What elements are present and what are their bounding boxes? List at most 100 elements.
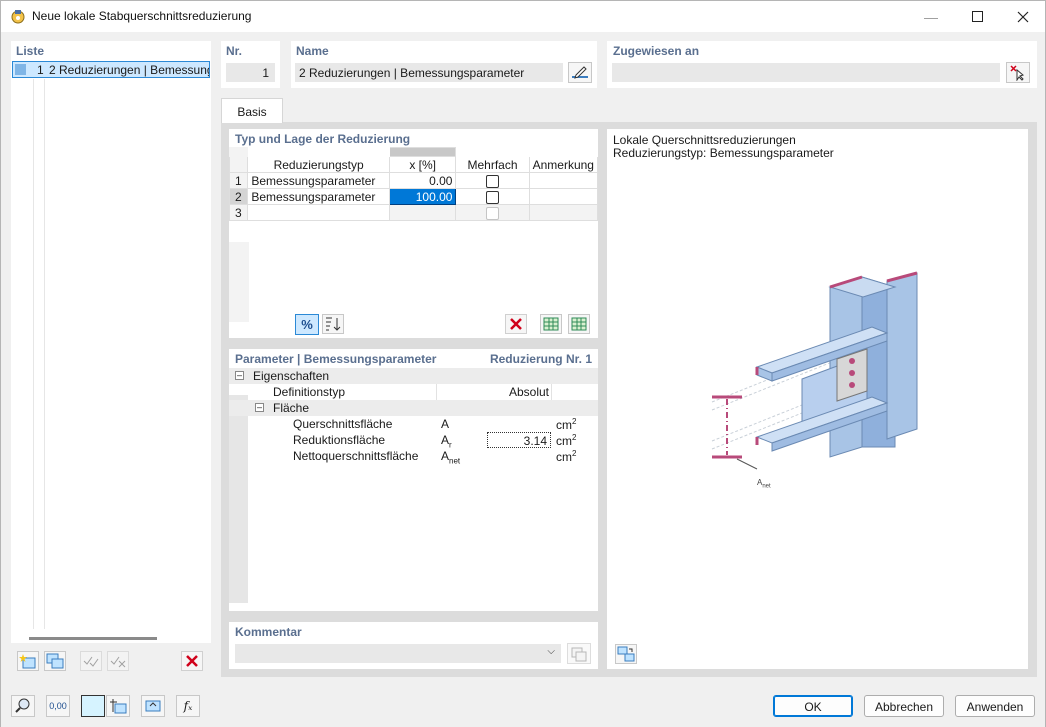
group-area[interactable]: – Fläche [229,400,598,416]
property-unit: cm2 [556,417,577,432]
parameter-panel: Parameter | Bemessungsparameter Reduzier… [229,349,598,611]
property-symbol: Ar [441,433,452,450]
edit-icon [572,65,588,79]
comment-panel: Kommentar ⌵ [229,622,598,669]
reduction-type-panel: Typ und Lage der Reduzierung Reduzierung… [228,129,599,338]
minimize-button[interactable]: — [908,1,954,32]
note-cell[interactable] [528,188,599,205]
delete-icon [510,318,522,330]
comment-combobox[interactable]: ⌵ [235,644,561,663]
property-value[interactable] [484,416,552,432]
column-header-type[interactable]: Reduzierungstyp [247,156,390,173]
export-table-button[interactable] [540,314,562,334]
column-header-x[interactable]: x [%] [388,156,457,173]
uncheck-button[interactable] [107,651,129,671]
display-options-button[interactable] [106,695,130,717]
table-row[interactable]: 2 Bemessungsparameter 100.00 [228,188,599,205]
multiple-checkbox[interactable] [486,190,500,204]
window-title: Neue lokale Stabquerschnittsreduzierung [32,9,252,23]
row-number: 2 [228,188,249,205]
type-cell[interactable]: Bemessungsparameter [247,172,390,189]
edit-name-button[interactable] [568,62,592,83]
color-button[interactable] [81,695,105,717]
sort-button[interactable] [322,314,344,334]
column-header-note[interactable]: Anmerkung [528,156,599,173]
group-properties[interactable]: – Eigenschaften [229,368,598,384]
view-button[interactable] [141,695,165,717]
column-header-multiple[interactable]: Mehrfach [455,156,530,173]
reduction-grid: Reduzierungstyp x [%] Mehrfach Anmerkung… [228,147,599,322]
list-item[interactable]: 1 2 Reduzierungen | Bemessungsparameter [12,61,210,78]
number-label: Nr. [226,44,243,58]
preview-panel: Lokale Querschnittsreduzierungen Reduzie… [607,129,1028,669]
property-unit: cm2 [556,433,577,448]
copy-item-button[interactable] [44,651,66,671]
reduction-area-input[interactable]: 3.14 [487,432,551,448]
type-cell[interactable] [247,204,390,221]
group-label: Fläche [273,401,310,415]
select-objects-button[interactable] [1006,62,1030,83]
property-symbol: Anet [441,449,461,466]
name-field[interactable]: 2 Reduzierungen | Bemessungsparameter [295,63,563,82]
collapse-icon[interactable]: – [255,403,264,412]
assigned-field[interactable] [612,63,1000,82]
list-toolbar [11,643,211,677]
maximize-button[interactable] [954,1,1000,32]
multiple-checkbox[interactable] [486,174,500,188]
formula-button[interactable]: fₓ [176,695,200,717]
property-row[interactable]: Reduktionsfläche Ar 3.14 cm2 [229,432,598,450]
close-button[interactable] [1000,1,1046,32]
preview-switch-button[interactable] [615,644,637,664]
property-row[interactable]: Nettoquerschnittsfläche Anet cm2 [229,448,598,466]
header-group-bar [388,147,457,157]
x-cell-selected[interactable]: 100.00 [388,188,457,205]
delete-row-button[interactable] [505,314,527,334]
x-cell[interactable] [388,204,457,221]
reduction-table: Reduzierungstyp x [%] Mehrfach Anmerkung… [228,147,599,221]
delete-icon [186,655,198,667]
type-cell[interactable]: Bemessungsparameter [247,188,390,205]
number-panel: Nr. 1 [221,41,280,88]
table-row[interactable]: 1 Bemessungsparameter 0.00 [228,172,599,189]
tab-basis[interactable]: Basis [221,98,283,123]
name-label: Name [296,44,329,58]
check-button[interactable] [80,651,102,671]
units-button[interactable]: 0,00 [46,695,70,717]
delete-button[interactable] [181,651,203,671]
assigned-label: Zugewiesen an [613,44,700,58]
property-label: Querschnittsfläche [293,417,393,431]
corner-cell [228,147,249,157]
row-header-filler [229,242,249,322]
note-cell[interactable] [528,172,599,189]
percent-toggle-button[interactable]: % [295,314,319,335]
app-icon [11,10,25,24]
search-button[interactable] [11,695,35,717]
bottom-bar: 0,00 fₓ OK Abbrechen Anwenden [1,681,1045,727]
comment-library-button[interactable] [567,643,591,664]
property-value[interactable]: Absolut [484,384,552,400]
property-label: Nettoquerschnittsfläche [293,449,419,463]
new-item-button[interactable] [17,651,39,671]
header-spacer [455,147,530,157]
collapse-icon[interactable]: – [235,371,244,380]
ok-button[interactable]: OK [773,695,853,717]
apply-button[interactable]: Anwenden [955,695,1035,717]
cancel-button[interactable]: Abbrechen [864,695,944,717]
property-row[interactable]: Querschnittsfläche A cm2 [229,416,598,432]
number-field[interactable]: 1 [226,63,275,82]
import-table-button[interactable] [568,314,590,334]
copy-icon [571,647,587,661]
x-cell[interactable]: 0.00 [388,172,457,189]
row-number: 1 [228,172,249,189]
reduction-number-label: Reduzierung Nr. 1 [489,352,592,366]
header-spacer [247,147,390,157]
table-row[interactable]: 3 [228,204,599,221]
assigned-panel: Zugewiesen an [607,41,1037,88]
header-spacer [528,147,599,157]
horizontal-scrollbar[interactable] [29,637,157,640]
chevron-down-icon[interactable]: ⌵ [547,646,555,657]
new-item-icon [19,654,36,669]
property-value[interactable] [484,448,552,464]
property-label: Reduktionsfläche [293,433,386,447]
property-row[interactable]: Definitionstyp Absolut [229,384,598,400]
